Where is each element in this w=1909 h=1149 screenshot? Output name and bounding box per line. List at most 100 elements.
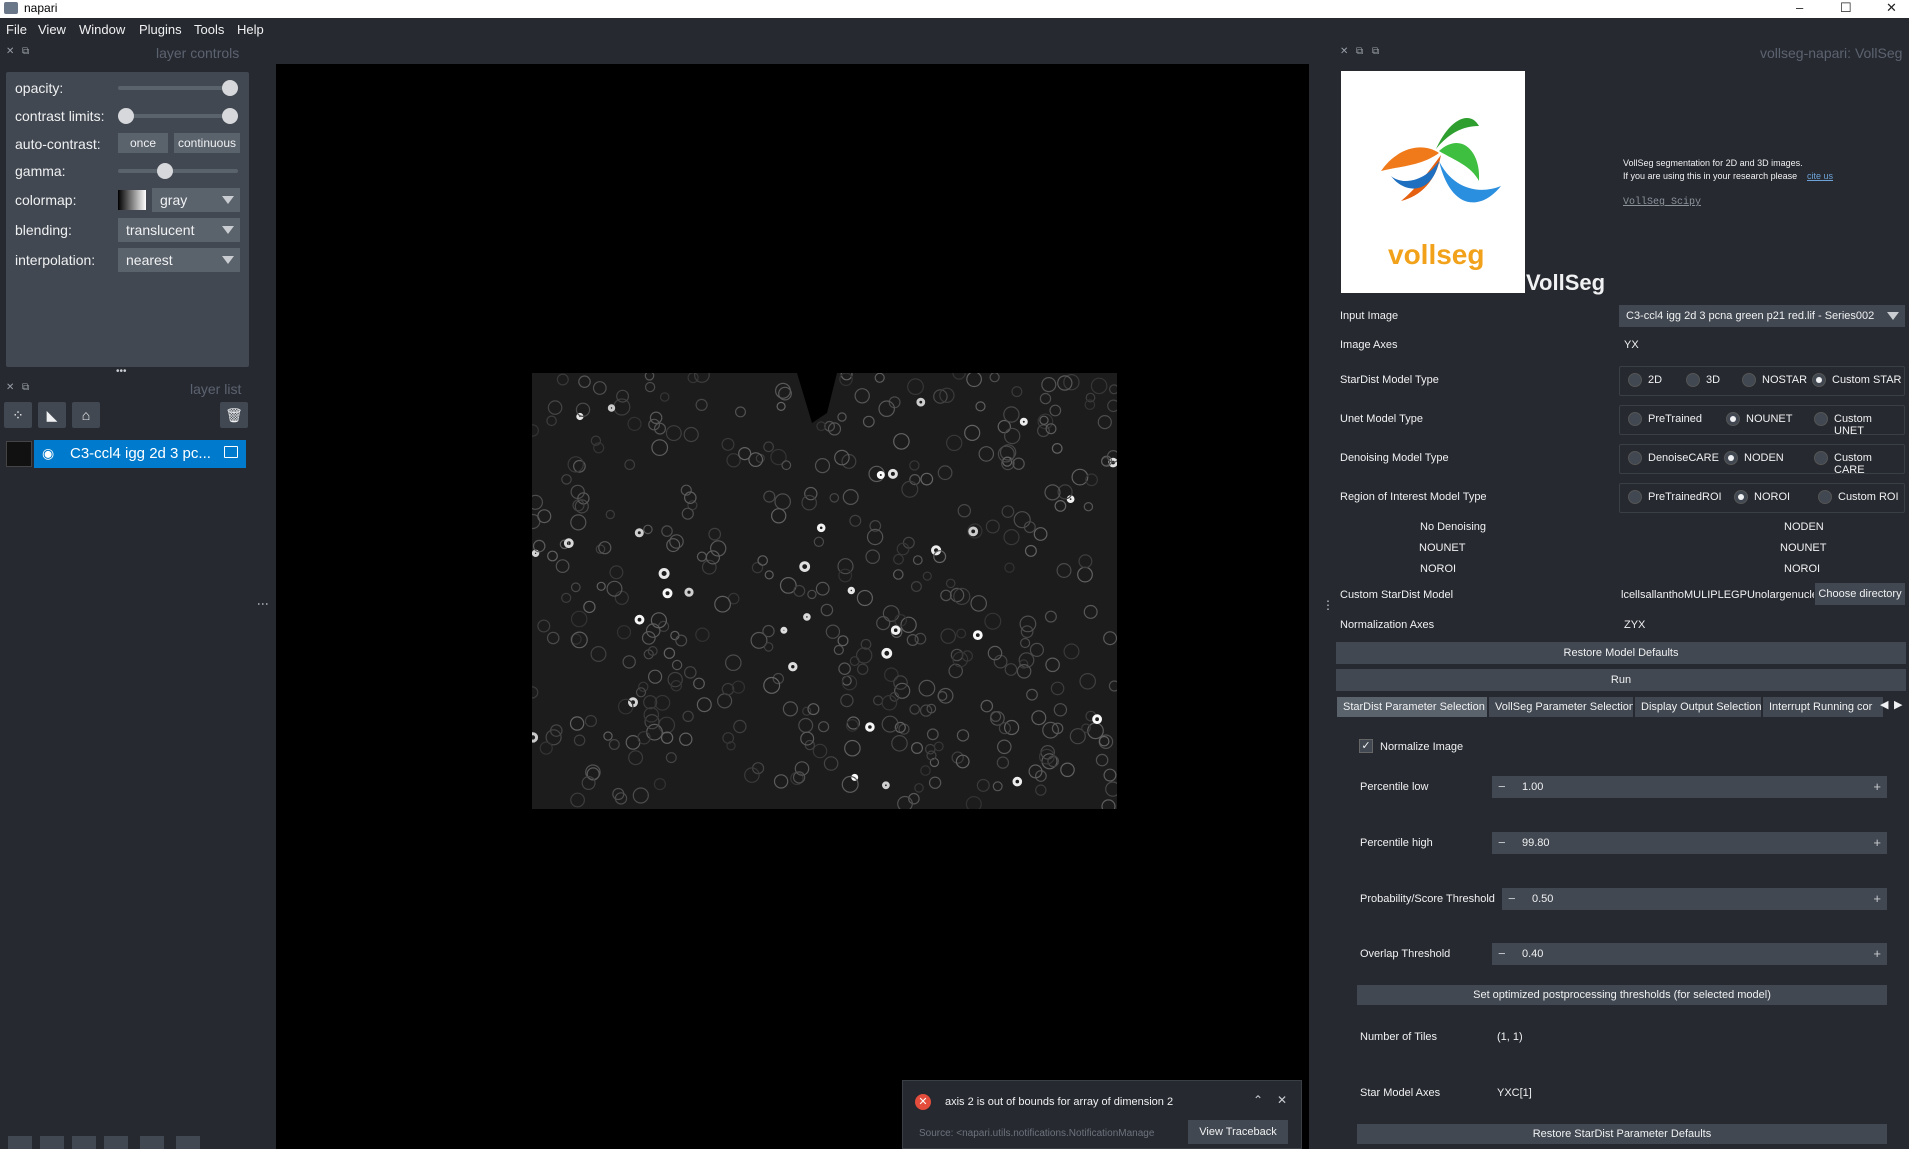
radio-stardist-custom[interactable]: Custom STAR <box>1812 373 1901 387</box>
napari-icon <box>4 2 18 14</box>
grid-button[interactable] <box>140 1136 164 1149</box>
normalize-image-checkbox[interactable]: ✓ <box>1359 739 1373 753</box>
close-notification-icon[interactable]: ✕ <box>1277 1093 1287 1107</box>
radio-roi-pretrained[interactable]: PreTrainedROI <box>1628 490 1722 504</box>
number-of-tiles-input[interactable]: (1, 1) <box>1490 1026 1887 1048</box>
auto-contrast-continuous-button[interactable]: continuous <box>174 133 240 153</box>
menu-help[interactable]: Help <box>237 22 264 37</box>
stardist-model-type-label: StarDist Model Type <box>1340 374 1439 386</box>
normalization-axes-input[interactable]: ZYX <box>1617 614 1905 636</box>
dock-float-icon[interactable]: ⧉ <box>22 46 29 57</box>
menu-plugins[interactable]: Plugins <box>139 22 182 37</box>
dock-close-icon[interactable]: ✕ <box>6 382 14 393</box>
increment-icon[interactable]: + <box>1873 832 1881 854</box>
decrement-icon[interactable]: − <box>1498 943 1506 965</box>
tab-interrupt-running[interactable]: Interrupt Running cor <box>1763 697 1883 717</box>
summary-right-1: NODEN <box>1784 521 1824 533</box>
tab-vollseg-parameters[interactable]: VollSeg Parameter Selection <box>1489 697 1633 717</box>
dock-close-icon[interactable]: ✕ <box>1340 46 1348 57</box>
ndisplay-button[interactable] <box>40 1136 64 1149</box>
custom-stardist-path[interactable]: lcellsallanthoMULIPLEGPUnolargenuclei <box>1614 584 1814 606</box>
restore-stardist-defaults-button[interactable]: Restore StarDist Parameter Defaults <box>1357 1124 1887 1144</box>
decrement-icon[interactable]: − <box>1498 832 1506 854</box>
contrast-min-handle[interactable] <box>118 108 134 124</box>
dock-close-icon[interactable]: ✕ <box>6 46 14 57</box>
image-axes-input[interactable]: YX <box>1617 334 1905 356</box>
layer-item-selected[interactable]: ◉ C3-ccl4 igg 2d 3 pc... <box>34 440 246 468</box>
choose-directory-button[interactable]: Choose directory <box>1815 583 1905 605</box>
new-shapes-layer-button[interactable]: ◣ <box>38 402 66 428</box>
gamma-slider[interactable] <box>118 169 238 173</box>
layer-row[interactable]: ◉ C3-ccl4 igg 2d 3 pc... <box>6 440 246 468</box>
set-optimized-thresholds-button[interactable]: Set optimized postprocessing thresholds … <box>1357 985 1887 1005</box>
tab-stardist-parameters[interactable]: StarDist Parameter Selection <box>1337 697 1487 717</box>
new-labels-layer-button[interactable]: ⌂ <box>72 402 100 428</box>
restore-model-defaults-button[interactable]: Restore Model Defaults <box>1336 642 1906 664</box>
cite-link[interactable]: cite us <box>1807 171 1833 181</box>
delete-layer-button[interactable]: 🗑 <box>220 402 248 428</box>
normalize-image-label: Normalize Image <box>1380 741 1464 753</box>
star-model-axes-input[interactable]: YXC[1] <box>1490 1082 1887 1104</box>
view-traceback-button[interactable]: View Traceback <box>1188 1120 1288 1144</box>
increment-icon[interactable]: + <box>1873 888 1881 910</box>
console-button[interactable] <box>8 1136 32 1149</box>
contrast-max-handle[interactable] <box>222 108 238 124</box>
right-splitter-handle[interactable]: ⋮ <box>1322 598 1334 612</box>
blending-dropdown[interactable]: translucent <box>118 218 240 242</box>
radio-stardist-2d[interactable]: 2D <box>1628 373 1662 387</box>
contrast-limits-label: contrast limits: <box>15 108 105 124</box>
run-button[interactable]: Run <box>1336 669 1906 691</box>
opacity-slider-handle[interactable] <box>222 80 238 96</box>
increment-icon[interactable]: + <box>1873 943 1881 965</box>
radio-denoise-noden[interactable]: NODEN <box>1724 451 1784 465</box>
splitter-handle[interactable]: ••• <box>116 366 127 377</box>
radio-roi-custom[interactable]: Custom ROI <box>1818 490 1899 504</box>
radio-unet-nounet[interactable]: NOUNET <box>1726 412 1792 426</box>
menu-view[interactable]: View <box>38 22 66 37</box>
percentile-low-spinbox[interactable]: − 1.00 + <box>1492 776 1887 798</box>
radio-stardist-3d[interactable]: 3D <box>1686 373 1720 387</box>
dock-float-icon[interactable]: ⧉ <box>22 382 29 393</box>
visibility-eye-icon[interactable]: ◉ <box>42 445 54 462</box>
tab-display-output[interactable]: Display Output Selection <box>1635 697 1761 717</box>
roll-button[interactable] <box>72 1136 96 1149</box>
radio-roi-noroi[interactable]: NOROI <box>1734 490 1790 504</box>
radio-unet-pretrained[interactable]: PreTrained <box>1628 412 1702 426</box>
menu-window[interactable]: Window <box>79 22 125 37</box>
radio-unet-custom[interactable]: Custom UNET <box>1814 412 1904 437</box>
close-button[interactable]: ✕ <box>1886 0 1897 16</box>
opacity-slider[interactable] <box>118 86 238 90</box>
gamma-slider-handle[interactable] <box>157 163 173 179</box>
tab-scroll-left-icon[interactable]: ◀ <box>1880 698 1888 711</box>
decrement-icon[interactable]: − <box>1508 888 1516 910</box>
menu-tools[interactable]: Tools <box>194 22 224 37</box>
new-points-layer-button[interactable]: ⁘ <box>4 402 32 428</box>
transpose-button[interactable] <box>104 1136 128 1149</box>
dock-float-icon[interactable]: ⧉ <box>1356 46 1363 57</box>
radio-stardist-nostar[interactable]: NOSTAR <box>1742 373 1807 387</box>
tab-scroll-right-icon[interactable]: ▶ <box>1894 698 1902 711</box>
maximize-button[interactable]: ☐ <box>1840 0 1852 16</box>
viewer-buttons-bar <box>0 1136 250 1149</box>
menu-file[interactable]: File <box>6 22 27 37</box>
home-button[interactable] <box>176 1136 200 1149</box>
percentile-high-label: Percentile high <box>1360 837 1433 849</box>
expand-notification-icon[interactable]: ⌃ <box>1253 1093 1263 1107</box>
vollseg-scipy-link[interactable]: VollSeg Scipy <box>1623 197 1701 208</box>
contrast-limits-slider[interactable] <box>118 114 238 118</box>
auto-contrast-once-button[interactable]: once <box>118 133 168 153</box>
minimize-button[interactable]: – <box>1796 0 1803 15</box>
radio-denoise-custom[interactable]: Custom CARE <box>1814 451 1904 476</box>
percentile-low-value: 1.00 <box>1522 781 1544 793</box>
probability-threshold-spinbox[interactable]: − 0.50 + <box>1502 888 1887 910</box>
dock-hide-icon[interactable]: ⧉ <box>1372 46 1379 57</box>
decrement-icon[interactable]: − <box>1498 776 1506 798</box>
overlap-threshold-spinbox[interactable]: − 0.40 + <box>1492 943 1887 965</box>
left-splitter-handle[interactable]: ⋮ <box>256 598 270 610</box>
colormap-dropdown[interactable]: gray <box>152 188 240 212</box>
increment-icon[interactable]: + <box>1873 776 1881 798</box>
percentile-high-spinbox[interactable]: − 99.80 + <box>1492 832 1887 854</box>
radio-denoise-care[interactable]: DenoiseCARE <box>1628 451 1719 465</box>
input-image-dropdown[interactable]: C3-ccl4 igg 2d 3 pcna green p21 red.lif … <box>1619 305 1905 327</box>
interpolation-dropdown[interactable]: nearest <box>118 248 240 272</box>
